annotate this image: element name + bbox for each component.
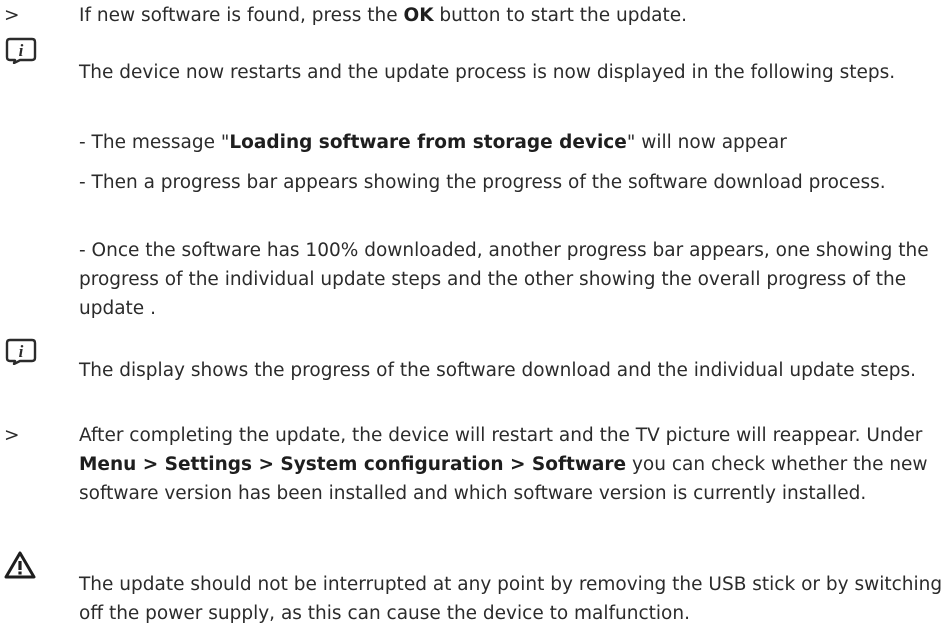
menu-path: Menu > Settings > System configuration >… [79,454,627,475]
step-2-text: After completing the update, the device … [79,425,928,504]
svg-text:i: i [19,41,24,60]
ok-button-label: OK [403,5,434,26]
note-1-sub-3: - Once the software has 100% downloaded,… [79,240,929,319]
info-icon: i [5,338,37,365]
step-1-text: If new software is found, press the OK b… [79,5,688,26]
note-1-sub-2: - Then a progress bar appears showing th… [79,172,886,193]
info-icon: i [5,37,37,64]
step-marker: > [4,5,20,26]
warning-text: The update should not be interrupted at … [79,574,943,624]
loading-message: Loading software from storage device [229,132,627,153]
note-2-text: The display shows the progress of the so… [79,360,916,381]
warning-icon [4,551,36,579]
step-marker: > [4,425,20,446]
note-1-text: The device now restarts and the update p… [79,62,896,83]
note-1-sub-1: - The message "Loading software from sto… [79,132,787,153]
svg-text:i: i [19,342,24,361]
